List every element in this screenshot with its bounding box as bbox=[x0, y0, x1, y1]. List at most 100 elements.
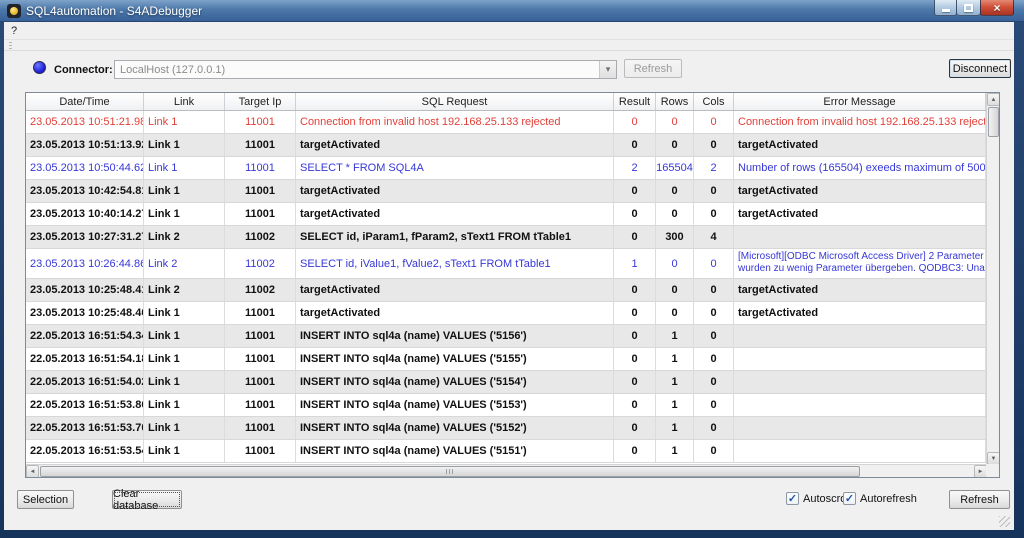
cell-error bbox=[734, 440, 986, 462]
close-button[interactable]: × bbox=[980, 0, 1014, 16]
cell-datetime: 22.05.2013 16:51:54.028 bbox=[26, 371, 144, 393]
cell-cols: 0 bbox=[694, 302, 734, 324]
autoscroll-checkbox-group: ✓ Autoscroll bbox=[786, 492, 851, 505]
cell-sql_request: INSERT INTO sql4a (name) VALUES ('5151') bbox=[296, 440, 614, 462]
table-row[interactable]: 22.05.2013 16:51:54.348Link 111001INSERT… bbox=[26, 325, 986, 348]
table-row[interactable]: 22.05.2013 16:51:54.028Link 111001INSERT… bbox=[26, 371, 986, 394]
resize-grip[interactable] bbox=[999, 516, 1010, 527]
cell-rows: 1 bbox=[656, 348, 694, 370]
column-header-datetime[interactable]: Date/Time bbox=[26, 93, 144, 110]
cell-datetime: 22.05.2013 16:51:53.708 bbox=[26, 417, 144, 439]
table-body: 23.05.2013 10:51:21.988Link 111001Connec… bbox=[26, 111, 986, 463]
cell-rows: 0 bbox=[656, 279, 694, 301]
table-row[interactable]: 22.05.2013 16:51:53.868Link 111001INSERT… bbox=[26, 394, 986, 417]
titlebar[interactable]: SQL4automation - S4ADebugger × bbox=[0, 0, 1024, 22]
cell-result: 0 bbox=[614, 348, 656, 370]
cell-link: Link 1 bbox=[144, 111, 225, 133]
cell-datetime: 23.05.2013 10:25:48.409 bbox=[26, 302, 144, 324]
cell-rows: 0 bbox=[656, 249, 694, 278]
maximize-button[interactable] bbox=[957, 0, 980, 16]
cell-error bbox=[734, 371, 986, 393]
toolbar-drag-handle[interactable] bbox=[9, 42, 12, 49]
cell-link: Link 2 bbox=[144, 249, 225, 278]
horizontal-scrollbar[interactable]: ◄ ► bbox=[26, 464, 987, 477]
column-header-sql-request[interactable]: SQL Request bbox=[296, 93, 614, 110]
vertical-scrollbar[interactable]: ▲ ▼ bbox=[986, 93, 999, 465]
table-row[interactable]: 23.05.2013 10:25:48.410Link 211002target… bbox=[26, 279, 986, 302]
column-header-target-ip[interactable]: Target Ip bbox=[225, 93, 296, 110]
log-table: Date/Time Link Target Ip SQL Request Res… bbox=[25, 92, 1000, 478]
autoscroll-checkbox[interactable]: ✓ bbox=[786, 492, 799, 505]
cell-link: Link 1 bbox=[144, 302, 225, 324]
column-header-cols[interactable]: Cols bbox=[694, 93, 734, 110]
table-row[interactable]: 22.05.2013 16:51:54.188Link 111001INSERT… bbox=[26, 348, 986, 371]
cell-result: 0 bbox=[614, 180, 656, 202]
cell-link: Link 1 bbox=[144, 134, 225, 156]
menu-item-help[interactable]: ? bbox=[4, 24, 24, 38]
connector-selected-value: LocalHost (127.0.0.1) bbox=[115, 64, 599, 76]
chevron-down-icon[interactable]: ▾ bbox=[599, 61, 616, 78]
column-header-error-message[interactable]: Error Message bbox=[734, 93, 986, 110]
minimize-button[interactable] bbox=[934, 0, 957, 16]
cell-result: 2 bbox=[614, 157, 656, 179]
column-header-result[interactable]: Result bbox=[614, 93, 656, 110]
cell-target_ip: 11001 bbox=[225, 203, 296, 225]
table-row[interactable]: 23.05.2013 10:51:13.925Link 111001target… bbox=[26, 134, 986, 157]
table-row[interactable]: 23.05.2013 10:51:21.988Link 111001Connec… bbox=[26, 111, 986, 134]
cell-rows: 0 bbox=[656, 302, 694, 324]
table-row[interactable]: 23.05.2013 10:42:54.817Link 111001target… bbox=[26, 180, 986, 203]
cell-target_ip: 11001 bbox=[225, 134, 296, 156]
table-row[interactable]: 22.05.2013 16:51:53.708Link 111001INSERT… bbox=[26, 417, 986, 440]
cell-target_ip: 11001 bbox=[225, 440, 296, 462]
table-row[interactable]: 22.05.2013 16:51:53.546Link 111001INSERT… bbox=[26, 440, 986, 463]
column-header-rows[interactable]: Rows bbox=[656, 93, 694, 110]
minimize-icon bbox=[942, 9, 950, 12]
table-row[interactable]: 23.05.2013 10:40:14.273Link 111001target… bbox=[26, 203, 986, 226]
column-header-link[interactable]: Link bbox=[144, 93, 225, 110]
h-scroll-thumb[interactable] bbox=[40, 466, 860, 477]
cell-sql_request: targetActivated bbox=[296, 203, 614, 225]
cell-cols: 0 bbox=[694, 111, 734, 133]
cell-link: Link 1 bbox=[144, 394, 225, 416]
autorefresh-checkbox[interactable]: ✓ bbox=[843, 492, 856, 505]
cell-error: targetActivated bbox=[734, 302, 986, 324]
scroll-up-icon[interactable]: ▲ bbox=[987, 93, 1000, 106]
connector-refresh-button[interactable]: Refresh bbox=[624, 59, 682, 78]
cell-cols: 0 bbox=[694, 180, 734, 202]
cell-result: 0 bbox=[614, 203, 656, 225]
cell-rows: 300 bbox=[656, 226, 694, 248]
refresh-button[interactable]: Refresh bbox=[949, 490, 1010, 509]
client-area: ? Connector: LocalHost (127.0.0.1) ▾ Ref… bbox=[4, 22, 1014, 530]
cell-link: Link 1 bbox=[144, 203, 225, 225]
cell-datetime: 23.05.2013 10:50:44.627 bbox=[26, 157, 144, 179]
cell-error bbox=[734, 417, 986, 439]
cell-error bbox=[734, 394, 986, 416]
cell-cols: 0 bbox=[694, 371, 734, 393]
cell-sql_request: SELECT id, iParam1, fParam2, sText1 FROM… bbox=[296, 226, 614, 248]
cell-sql_request: SELECT id, iValue1, fValue2, sText1 FROM… bbox=[296, 249, 614, 278]
table-row[interactable]: 23.05.2013 10:25:48.409Link 111001target… bbox=[26, 302, 986, 325]
cell-link: Link 1 bbox=[144, 325, 225, 347]
cell-rows: 1 bbox=[656, 394, 694, 416]
clear-database-button[interactable]: Clear database bbox=[112, 490, 182, 509]
cell-link: Link 1 bbox=[144, 180, 225, 202]
connector-select[interactable]: LocalHost (127.0.0.1) ▾ bbox=[114, 60, 617, 79]
cell-result: 0 bbox=[614, 417, 656, 439]
table-row[interactable]: 23.05.2013 10:50:44.627Link 111001SELECT… bbox=[26, 157, 986, 180]
cell-result: 0 bbox=[614, 279, 656, 301]
cell-result: 0 bbox=[614, 302, 656, 324]
autorefresh-label: Autorefresh bbox=[860, 493, 917, 505]
disconnect-button[interactable]: Disconnect bbox=[949, 59, 1011, 78]
table-row[interactable]: 23.05.2013 10:26:44.860Link 211002SELECT… bbox=[26, 249, 986, 279]
cell-target_ip: 11001 bbox=[225, 417, 296, 439]
cell-target_ip: 11001 bbox=[225, 157, 296, 179]
cell-cols: 0 bbox=[694, 134, 734, 156]
cell-result: 0 bbox=[614, 440, 656, 462]
v-scroll-thumb[interactable] bbox=[988, 107, 999, 137]
table-row[interactable]: 23.05.2013 10:27:31.274Link 211002SELECT… bbox=[26, 226, 986, 249]
selection-button[interactable]: Selection bbox=[17, 490, 74, 509]
scroll-left-icon[interactable]: ◄ bbox=[26, 465, 39, 478]
cell-sql_request: INSERT INTO sql4a (name) VALUES ('5156') bbox=[296, 325, 614, 347]
cell-error: targetActivated bbox=[734, 279, 986, 301]
cell-datetime: 23.05.2013 10:25:48.410 bbox=[26, 279, 144, 301]
